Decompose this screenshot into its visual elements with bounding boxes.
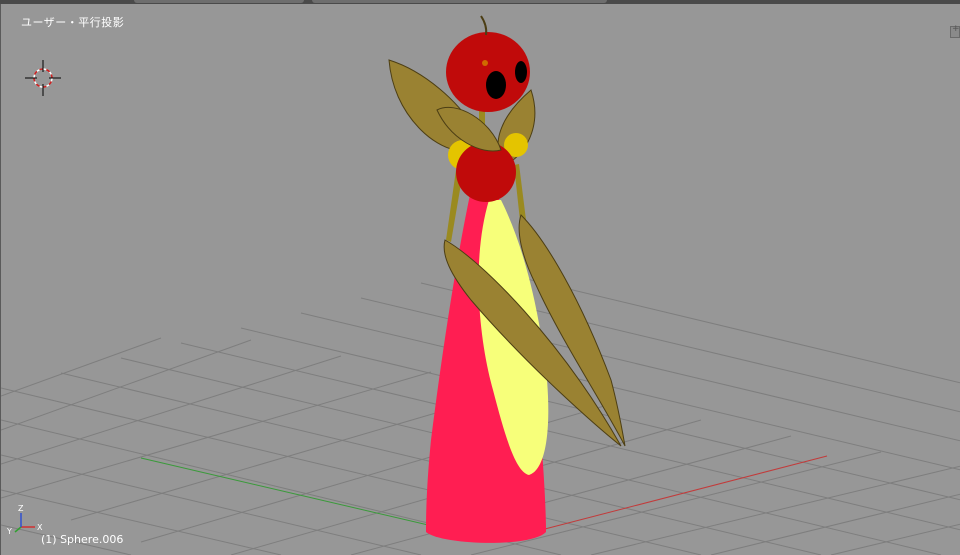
header-tab[interactable] <box>134 0 304 3</box>
y-axis-label: Y <box>6 527 12 536</box>
header-tab[interactable] <box>312 0 607 3</box>
figure-model[interactable] <box>388 15 626 543</box>
3d-viewport[interactable]: X Y Z ユーザー・平行投影 (1) Sphere.006 <box>0 4 960 555</box>
apple-stem <box>480 15 488 36</box>
axis-gizmo-icon: X Y Z <box>6 504 43 536</box>
z-axis-label: Z <box>18 504 24 513</box>
nose <box>482 60 488 66</box>
3d-cursor-icon[interactable] <box>25 60 61 96</box>
x-axis-line <box>540 455 828 531</box>
eye <box>486 71 506 99</box>
active-object-label: (1) Sphere.006 <box>41 533 124 546</box>
view-corner-widget-icon[interactable] <box>950 24 960 38</box>
eye <box>515 61 527 83</box>
view-mode-label: ユーザー・平行投影 <box>21 16 125 29</box>
scene-canvas[interactable]: X Y Z <box>1 4 960 555</box>
y-axis-line <box>140 457 472 536</box>
x-axis-label: X <box>37 523 43 532</box>
